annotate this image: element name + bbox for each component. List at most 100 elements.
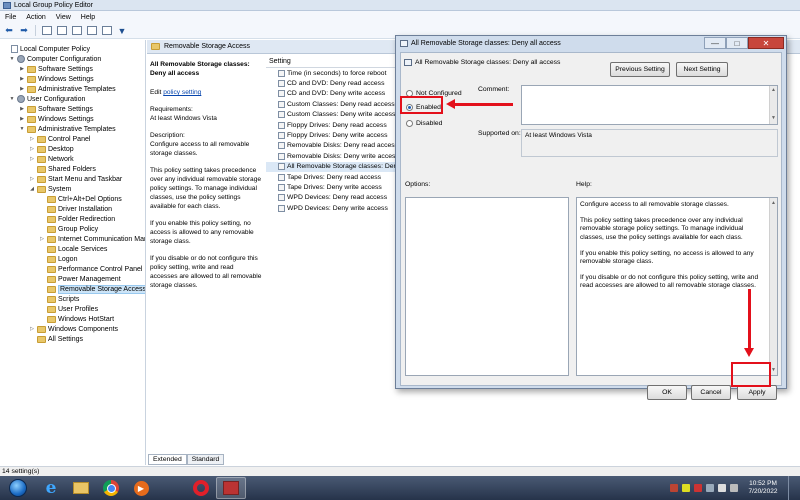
tree-item[interactable]: All Settings xyxy=(29,334,83,344)
tree-item[interactable]: Driver Installation xyxy=(39,204,112,214)
scroll-down-icon[interactable]: ▼ xyxy=(770,115,777,123)
expand-toggle-icon[interactable]: ▶ xyxy=(19,76,25,82)
tree-item[interactable]: ▷ Desktop xyxy=(29,144,74,154)
expand-toggle-icon[interactable]: ◢ xyxy=(29,186,35,192)
previous-setting-button[interactable]: Previous Setting xyxy=(610,62,670,77)
taskbar-explorer[interactable] xyxy=(66,477,96,499)
setting-row[interactable]: All Removable Storage classes: Deny all … xyxy=(266,161,415,172)
taskbar-chrome[interactable] xyxy=(96,477,126,499)
tree-item[interactable]: Power Management xyxy=(39,274,121,284)
expand-toggle-icon[interactable]: ▶ xyxy=(19,106,25,112)
setting-row[interactable]: Removable Disks: Deny write access xyxy=(266,151,400,161)
help-icon[interactable] xyxy=(86,25,98,37)
filter-icon[interactable]: ▼ xyxy=(116,25,128,37)
setting-row[interactable]: Tape Drives: Deny write access xyxy=(266,182,400,192)
setting-row[interactable]: Floppy Drives: Deny read access xyxy=(266,120,400,130)
export-list-icon[interactable] xyxy=(71,25,83,37)
expand-toggle-icon[interactable]: ▼ xyxy=(9,56,15,62)
tray-app-icon[interactable] xyxy=(670,484,678,492)
maximize-button[interactable]: □ xyxy=(726,37,748,49)
tree-item[interactable]: Scripts xyxy=(39,294,79,304)
start-button[interactable] xyxy=(0,477,36,499)
tree-item[interactable]: ◢ System xyxy=(29,184,71,194)
tab-extended[interactable]: Extended xyxy=(148,454,187,465)
taskbar-gpedit[interactable] xyxy=(216,477,246,499)
scroll-up-icon[interactable]: ▲ xyxy=(770,199,777,207)
menu-file[interactable]: File xyxy=(5,14,16,21)
tree-item[interactable]: ▷ Control Panel xyxy=(29,134,90,144)
apply-button[interactable]: Apply xyxy=(737,385,777,400)
cancel-button[interactable]: Cancel xyxy=(691,385,731,400)
tree-item[interactable]: ▼ Administrative Templates xyxy=(19,124,116,134)
expand-toggle-icon[interactable]: ▼ xyxy=(19,126,25,132)
radio-circle[interactable] xyxy=(406,120,413,127)
setting-column-header[interactable]: Setting xyxy=(266,56,400,68)
tab-standard[interactable]: Standard xyxy=(186,454,225,465)
up-folder-icon[interactable] xyxy=(41,25,53,37)
expand-toggle-icon[interactable]: ▷ xyxy=(29,326,35,332)
tree-item[interactable]: ▶ Administrative Templates xyxy=(19,84,116,94)
menu-help[interactable]: Help xyxy=(81,14,95,21)
tree-item[interactable]: Removable Storage Access xyxy=(39,284,145,294)
next-setting-button[interactable]: Next Setting xyxy=(676,62,728,77)
tree-item[interactable]: Shared Folders xyxy=(29,164,96,174)
expand-toggle-icon[interactable]: ▷ xyxy=(39,236,45,242)
tree-item[interactable]: Group Policy xyxy=(39,224,98,234)
tree-item[interactable]: Performance Control Panel xyxy=(39,264,142,274)
tree-item[interactable]: Windows HotStart xyxy=(39,314,114,324)
tree-item[interactable]: Ctrl+Alt+Del Options xyxy=(39,194,122,204)
network-icon[interactable] xyxy=(718,484,726,492)
taskbar-ie[interactable]: e xyxy=(36,477,66,499)
properties-icon[interactable] xyxy=(101,25,113,37)
setting-row[interactable]: WPD Devices: Deny read access xyxy=(266,193,400,203)
expand-toggle-icon[interactable]: ▼ xyxy=(9,96,15,102)
show-hide-tree-icon[interactable] xyxy=(56,25,68,37)
clock[interactable]: 10:52 PM 7/20/2022 xyxy=(742,480,784,496)
tree-item[interactable]: Folder Redirection xyxy=(39,214,115,224)
tree-item[interactable]: ▷ Start Menu and Taskbar xyxy=(29,174,122,184)
scroll-down-icon[interactable]: ▼ xyxy=(770,366,777,374)
taskbar-blank[interactable] xyxy=(156,477,186,499)
show-desktop-button[interactable] xyxy=(788,476,794,500)
expand-toggle-icon[interactable]: ▶ xyxy=(19,66,25,72)
setting-row[interactable]: Time (in seconds) to force reboot xyxy=(266,68,400,78)
tray-app-icon[interactable] xyxy=(694,484,702,492)
tree-item[interactable]: User Profiles xyxy=(39,304,98,314)
expand-toggle-icon[interactable]: ▷ xyxy=(29,146,35,152)
taskbar-opera[interactable] xyxy=(186,477,216,499)
tray-app-icon[interactable] xyxy=(682,484,690,492)
back-arrow-icon[interactable]: ⬅ xyxy=(3,25,15,37)
setting-row[interactable]: Custom Classes: Deny write access xyxy=(266,110,400,120)
menu-view[interactable]: View xyxy=(56,14,71,21)
expand-toggle-icon[interactable]: ▶ xyxy=(19,116,25,122)
tray-flag-icon[interactable] xyxy=(706,484,714,492)
edit-policy-link[interactable]: policy setting xyxy=(163,89,201,96)
scroll-up-icon[interactable]: ▲ xyxy=(770,87,777,95)
expand-toggle-icon[interactable]: ▷ xyxy=(29,176,35,182)
menu-action[interactable]: Action xyxy=(26,14,45,21)
tree-item[interactable]: Local Computer Policy xyxy=(3,44,90,54)
tree-item[interactable]: ▼ User Configuration xyxy=(9,94,85,104)
radio-disabled[interactable]: Disabled xyxy=(406,120,442,127)
setting-row[interactable]: Custom Classes: Deny read access xyxy=(266,99,400,109)
tree-item[interactable]: ▷ Internet Communication Man xyxy=(39,234,145,244)
dialog-titlebar[interactable]: All Removable Storage classes: Deny all … xyxy=(396,36,786,51)
setting-row[interactable]: WPD Devices: Deny write access xyxy=(266,203,400,213)
setting-row[interactable]: CD and DVD: Deny read access xyxy=(266,78,400,88)
comment-input[interactable]: ▲ ▼ xyxy=(521,85,778,125)
minimize-button[interactable]: — xyxy=(704,37,726,49)
close-button[interactable]: ✕ xyxy=(748,37,784,49)
expand-toggle-icon[interactable]: ▶ xyxy=(19,86,25,92)
setting-row[interactable]: Removable Disks: Deny read access xyxy=(266,141,400,151)
ok-button[interactable]: OK xyxy=(647,385,687,400)
tree-item[interactable]: ▶ Software Settings xyxy=(19,64,93,74)
tree-item[interactable]: ▶ Windows Settings xyxy=(19,74,94,84)
tree-item[interactable]: ▷ Windows Components xyxy=(29,324,118,334)
expand-toggle-icon[interactable]: ▷ xyxy=(29,156,35,162)
setting-row[interactable]: Tape Drives: Deny read access xyxy=(266,172,400,182)
tree-item[interactable]: ▷ Network xyxy=(29,154,74,164)
tree-item[interactable]: ▶ Windows Settings xyxy=(19,114,94,124)
tree-item[interactable]: Logon xyxy=(39,254,77,264)
volume-icon[interactable] xyxy=(730,484,738,492)
setting-row[interactable]: Floppy Drives: Deny write access xyxy=(266,130,400,140)
